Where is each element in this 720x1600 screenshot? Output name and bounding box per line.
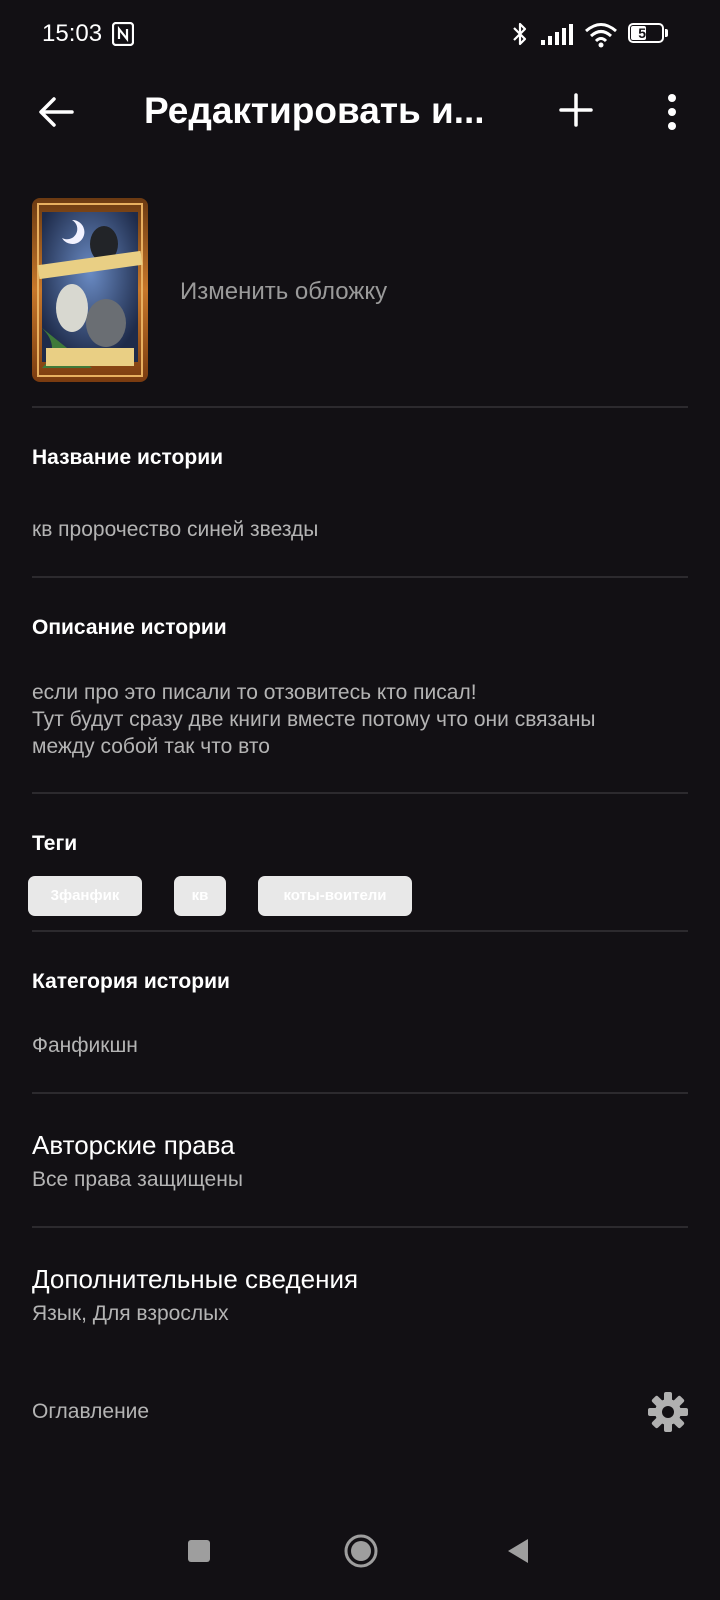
story-description-label: Описание истории [32,616,227,639]
bluetooth-icon [513,22,527,46]
book-cover-image[interactable] [32,198,148,382]
page-title: Редактировать и... [144,90,485,131]
divider [32,1226,688,1228]
tags-label: Теги [32,832,78,855]
home-circle-icon[interactable] [343,1533,379,1569]
battery-icon: 51 [628,23,668,45]
nfc-icon [112,22,134,46]
app-bar: Редактировать и... [0,70,720,154]
description-line: между собой так что вто [32,735,270,758]
divider [32,1092,688,1094]
tag-chip[interactable]: кв [174,876,226,916]
back-triangle-icon[interactable] [504,1536,532,1566]
divider [32,792,688,794]
recents-square-icon[interactable] [188,1540,210,1562]
gear-icon[interactable] [646,1390,690,1434]
story-title-field[interactable]: кв пророчество синей звезды [32,518,318,542]
divider [32,576,688,578]
copyright-title: Авторские права [32,1130,235,1160]
divider [32,406,688,408]
details-title: Дополнительные сведения [32,1264,359,1294]
wifi-icon [585,23,617,48]
cover-row: Изменить обложку [0,198,720,384]
signal-icon [541,24,573,45]
status-time: 15:03 [42,20,103,47]
category-label: Категория истории [32,970,230,993]
plus-icon[interactable] [556,90,596,130]
back-arrow-icon[interactable] [36,92,76,132]
battery-level: 51 [638,25,654,41]
change-cover-link[interactable]: Изменить обложку [180,278,387,306]
story-description-field[interactable]: если про это писали то отзовитесь кто пи… [32,679,702,760]
tag-chip[interactable]: 3фанфик [28,876,142,916]
divider [32,930,688,932]
description-line: Тут будут сразу две книги вместе потому … [32,708,596,731]
story-title-label: Название истории [32,446,224,469]
more-vert-icon[interactable] [650,90,690,134]
tag-chip[interactable]: коты-воители [258,876,412,916]
status-bar: 15:03 51 [0,0,720,70]
category-field[interactable]: Фанфикшн [32,1034,138,1058]
toc-label: Оглавление [32,1400,150,1423]
details-value: Язык, Для взрослых [32,1302,229,1325]
copyright-value: Все права защищены [32,1168,243,1191]
system-nav-bar [0,1510,720,1600]
description-line: если про это писали то отзовитесь кто пи… [32,681,477,704]
